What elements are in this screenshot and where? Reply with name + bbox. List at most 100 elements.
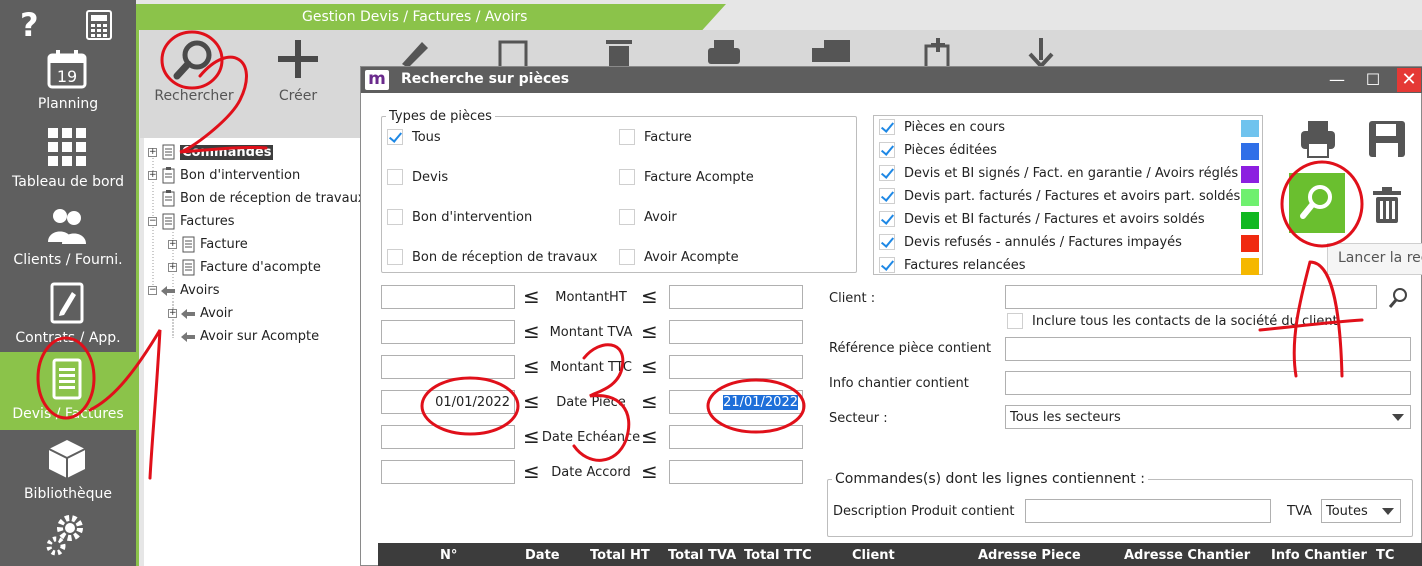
save-icon[interactable] <box>1367 119 1407 159</box>
checkbox[interactable] <box>879 142 895 158</box>
checkbox[interactable] <box>619 169 635 185</box>
range-from-input[interactable] <box>381 285 515 309</box>
maximize-icon[interactable]: ☐ <box>1361 68 1385 92</box>
sidebar-item-planning[interactable]: 19 Planning <box>0 42 136 120</box>
range-to-input[interactable]: 21/01/2022 <box>669 390 803 414</box>
checkbox[interactable] <box>879 257 895 273</box>
print-icon[interactable] <box>706 38 742 68</box>
add-line-icon[interactable] <box>920 38 956 68</box>
tree-node-bon-intervention[interactable]: + Bon d'intervention <box>148 165 300 185</box>
tree-node-avoirs[interactable]: − Avoirs <box>148 280 220 300</box>
range-to-input[interactable] <box>669 425 803 449</box>
checkbox[interactable] <box>879 119 895 135</box>
checkbox[interactable] <box>879 211 895 227</box>
grid-column-header[interactable]: Client <box>852 548 895 563</box>
grid-column-header[interactable]: Adresse Piece <box>978 548 1081 563</box>
checkbox[interactable] <box>879 165 895 181</box>
trash-icon[interactable] <box>602 38 636 68</box>
range-from-input[interactable] <box>381 460 515 484</box>
status-checkbox[interactable]: Devis refusés - annulés / Factures impay… <box>879 234 1182 250</box>
calculator-icon[interactable] <box>86 10 112 40</box>
range-to-input[interactable] <box>669 320 803 344</box>
tree-node-bon-reception[interactable]: Bon de réception de travaux <box>160 188 366 208</box>
grid-column-header[interactable]: N° <box>440 548 457 563</box>
help-icon[interactable]: ? <box>20 6 39 44</box>
collapse-icon[interactable]: − <box>148 216 157 226</box>
delivery-truck-icon[interactable] <box>810 38 854 68</box>
sidebar-item-clients[interactable]: Clients / Fourni. <box>0 198 136 276</box>
checkbox[interactable] <box>387 249 403 265</box>
range-from-input[interactable] <box>381 320 515 344</box>
tree-node-factures[interactable]: − Factures <box>148 211 235 231</box>
duplicate-icon[interactable] <box>496 38 532 68</box>
expand-icon[interactable]: + <box>148 170 157 180</box>
secteur-select[interactable]: Tous les secteurs <box>1005 405 1411 429</box>
type-checkbox-devis[interactable]: Devis <box>387 169 448 185</box>
grid-column-header[interactable]: Total HT <box>590 548 650 563</box>
sidebar-item-contracts[interactable]: Contrats / App. <box>0 276 136 354</box>
sidebar-item-bibliotheque[interactable]: Bibliothèque <box>0 432 136 510</box>
status-checkbox[interactable]: Pièces en cours <box>879 119 1005 135</box>
info-chantier-input[interactable] <box>1005 371 1411 395</box>
checkbox[interactable] <box>879 234 895 250</box>
checkbox[interactable] <box>619 129 635 145</box>
grid-column-header[interactable]: Info Chantier <box>1271 548 1367 563</box>
trash-icon[interactable] <box>1371 187 1403 225</box>
status-checkbox[interactable]: Factures relancées <box>879 257 1026 273</box>
client-input[interactable] <box>1005 285 1377 309</box>
checkbox[interactable] <box>1007 313 1023 329</box>
checkbox[interactable] <box>387 129 403 145</box>
type-checkbox-facture[interactable]: Facture <box>619 129 692 145</box>
grid-column-header[interactable]: Adresse Chantier <box>1124 548 1250 563</box>
tree-node-facture-acompte[interactable]: + Facture d'acompte <box>168 257 321 277</box>
range-to-input[interactable] <box>669 355 803 379</box>
search-button[interactable]: Rechercher <box>154 30 234 130</box>
type-checkbox-bon-reception[interactable]: Bon de réception de travaux <box>387 249 598 265</box>
type-checkbox-avoir[interactable]: Avoir <box>619 209 677 225</box>
status-checkbox[interactable]: Devis part. facturés / Factures et avoir… <box>879 188 1240 204</box>
checkbox[interactable] <box>619 249 635 265</box>
grid-column-header[interactable]: TC <box>1376 548 1394 563</box>
minimize-icon[interactable]: — <box>1325 68 1349 92</box>
range-to-input[interactable] <box>669 285 803 309</box>
edit-icon[interactable] <box>398 38 432 68</box>
range-from-input[interactable] <box>381 425 515 449</box>
tva-select[interactable]: Toutes <box>1321 499 1401 523</box>
tree-node-avoir-acompte[interactable]: Avoir sur Acompte <box>180 326 319 346</box>
tree-node-commandes[interactable]: + Commandes <box>148 142 274 162</box>
checkbox[interactable] <box>387 209 403 225</box>
create-button[interactable]: Créer <box>258 30 338 130</box>
range-from-input[interactable]: 01/01/2022 <box>381 390 515 414</box>
type-checkbox-bon-intervention[interactable]: Bon d'intervention <box>387 209 532 225</box>
expand-icon[interactable]: + <box>168 308 177 318</box>
expand-icon[interactable]: + <box>148 147 157 157</box>
status-checkbox[interactable]: Devis et BI signés / Fact. en garantie /… <box>879 165 1238 181</box>
tree-node-avoir[interactable]: + Avoir <box>168 303 233 323</box>
checkbox[interactable] <box>879 188 895 204</box>
type-checkbox-facture-acompte[interactable]: Facture Acompte <box>619 169 754 185</box>
range-to-input[interactable] <box>669 460 803 484</box>
collapse-icon[interactable]: − <box>148 285 157 295</box>
status-checkbox[interactable]: Pièces éditées <box>879 142 997 158</box>
grid-column-header[interactable]: Total TVA <box>668 548 736 563</box>
checkbox[interactable] <box>619 209 635 225</box>
checkbox[interactable] <box>387 169 403 185</box>
launch-search-button[interactable] <box>1289 173 1345 233</box>
client-search-icon[interactable] <box>1387 287 1409 309</box>
tree-node-facture[interactable]: + Facture <box>168 234 248 254</box>
sidebar-item-devis-factures[interactable]: Devis / Factures <box>0 352 136 430</box>
range-from-input[interactable] <box>381 355 515 379</box>
type-checkbox-tous[interactable]: Tous <box>387 129 441 145</box>
settings-gears-icon[interactable] <box>46 512 88 556</box>
grid-column-header[interactable]: Total TTC <box>744 548 812 563</box>
close-icon[interactable]: ✕ <box>1397 68 1421 92</box>
expand-icon[interactable]: + <box>168 239 177 249</box>
status-checkbox[interactable]: Devis et BI facturés / Factures et avoir… <box>879 211 1205 227</box>
ref-input[interactable] <box>1005 337 1411 361</box>
type-checkbox-avoir-acompte[interactable]: Avoir Acompte <box>619 249 739 265</box>
sidebar-item-dashboard[interactable]: Tableau de bord <box>0 120 136 198</box>
grid-column-header[interactable]: Date <box>525 548 560 563</box>
include-contacts-checkbox[interactable]: Inclure tous les contacts de la société … <box>1007 313 1338 329</box>
desc-input[interactable] <box>1025 499 1271 523</box>
expand-icon[interactable]: + <box>168 262 177 272</box>
